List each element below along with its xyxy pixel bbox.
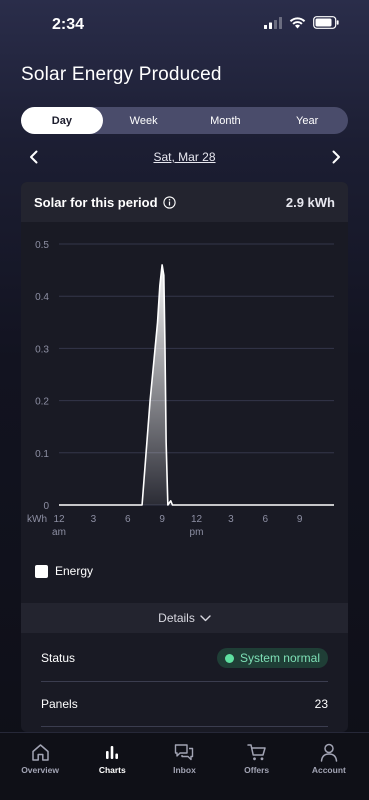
nav-offers[interactable]: Offers [222,733,292,800]
bottom-nav: Overview Charts Inbox Offers Account [0,732,369,800]
detail-label-status: Status [41,651,76,665]
details-toggle[interactable]: Details [21,603,348,633]
status-dot [224,653,234,663]
x-tick-label: 3 [91,514,97,525]
chevron-down-icon [200,614,211,621]
x-tick-label: 12 [53,514,65,525]
tab-day[interactable]: Day [21,107,103,134]
wifi-icon [289,16,306,28]
card-header: Solar for this period 2.9 kWh [21,182,348,222]
y-axis-label: kWh [27,514,47,525]
nav-label-account: Account [311,765,346,775]
previous-date-button[interactable] [21,146,45,168]
solar-card: Solar for this period 2.9 kWh 0 0.1 0.2 0.3… [21,182,348,732]
status-bar: 2:34 [0,0,369,50]
y-tick-label: 0.2 [35,397,49,408]
home-icon [31,743,49,761]
legend-energy[interactable]: Energy [35,564,93,578]
energy-chart: 0 0.1 0.2 0.3 0.4 0.5 kWh 12 am 3 6 9 12 pm 3 6 9 [21,222,348,552]
x-tick-label: 9 [159,514,165,525]
x-tick-label: 6 [125,514,131,525]
info-icon[interactable] [162,195,176,209]
nav-account[interactable]: Account [294,733,364,800]
status-badge: System normal [216,648,328,668]
nav-inbox[interactable]: Inbox [149,733,219,800]
details-label: Details [158,611,195,625]
divider [41,726,328,727]
date-navigator: Sat, Mar 28 [21,146,348,168]
tab-year[interactable]: Year [266,107,348,134]
cart-icon [246,743,266,760]
y-tick-label: 0.1 [35,449,49,460]
card-title: Solar for this period [34,194,158,210]
detail-row-panels: Panels 23 [41,682,328,726]
chevron-left-icon [29,150,37,164]
legend-label: Energy [55,564,94,578]
nav-label-offers: Offers [244,765,270,775]
page-title: Solar Energy Produced [21,64,222,85]
person-icon [320,743,338,762]
energy-line [59,264,334,506]
detail-row-status: Status System normal [41,636,328,680]
next-date-button[interactable] [324,146,348,168]
x-tick-sublabel: am [52,527,66,538]
tab-week[interactable]: Week [103,107,185,134]
cellular-signal-icon [264,16,282,29]
x-tick-label: 9 [297,514,303,525]
battery-icon [313,16,339,29]
status-icons [264,16,339,29]
x-tick-sublabel: pm [190,527,204,538]
panels-value: 23 [314,697,328,711]
x-tick-label: 6 [262,514,268,525]
period-total: 2.9 kWh [285,194,335,210]
x-tick-label: 12 [191,514,203,525]
status-time: 2:34 [52,16,85,33]
x-tick-label: 3 [228,514,234,525]
y-tick-label: 0 [43,501,49,512]
detail-label-panels: Panels [41,697,78,711]
y-tick-label: 0.4 [35,292,49,303]
tab-month[interactable]: Month [185,107,267,134]
nav-label-overview: Overview [21,765,59,775]
date-picker[interactable]: Sat, Mar 28 [153,150,215,164]
legend-swatch [35,564,48,578]
nav-charts[interactable]: Charts [77,733,147,800]
nav-overview[interactable]: Overview [5,733,75,800]
chevron-right-icon [332,150,340,164]
nav-label-charts: Charts [98,765,126,775]
nav-label-inbox: Inbox [173,765,196,775]
bar-chart-icon [106,746,119,759]
chat-bubbles-icon [175,743,194,760]
energy-area [59,264,334,505]
energy-chart-svg: 0 0.1 0.2 0.3 0.4 0.5 kWh 12 am 3 6 9 12 pm 3 6 9 [27,240,334,538]
y-tick-label: 0.5 [35,240,49,251]
period-tabs: Day Week Month Year [21,107,348,134]
y-tick-label: 0.3 [35,344,49,355]
status-value: System normal [239,651,320,665]
